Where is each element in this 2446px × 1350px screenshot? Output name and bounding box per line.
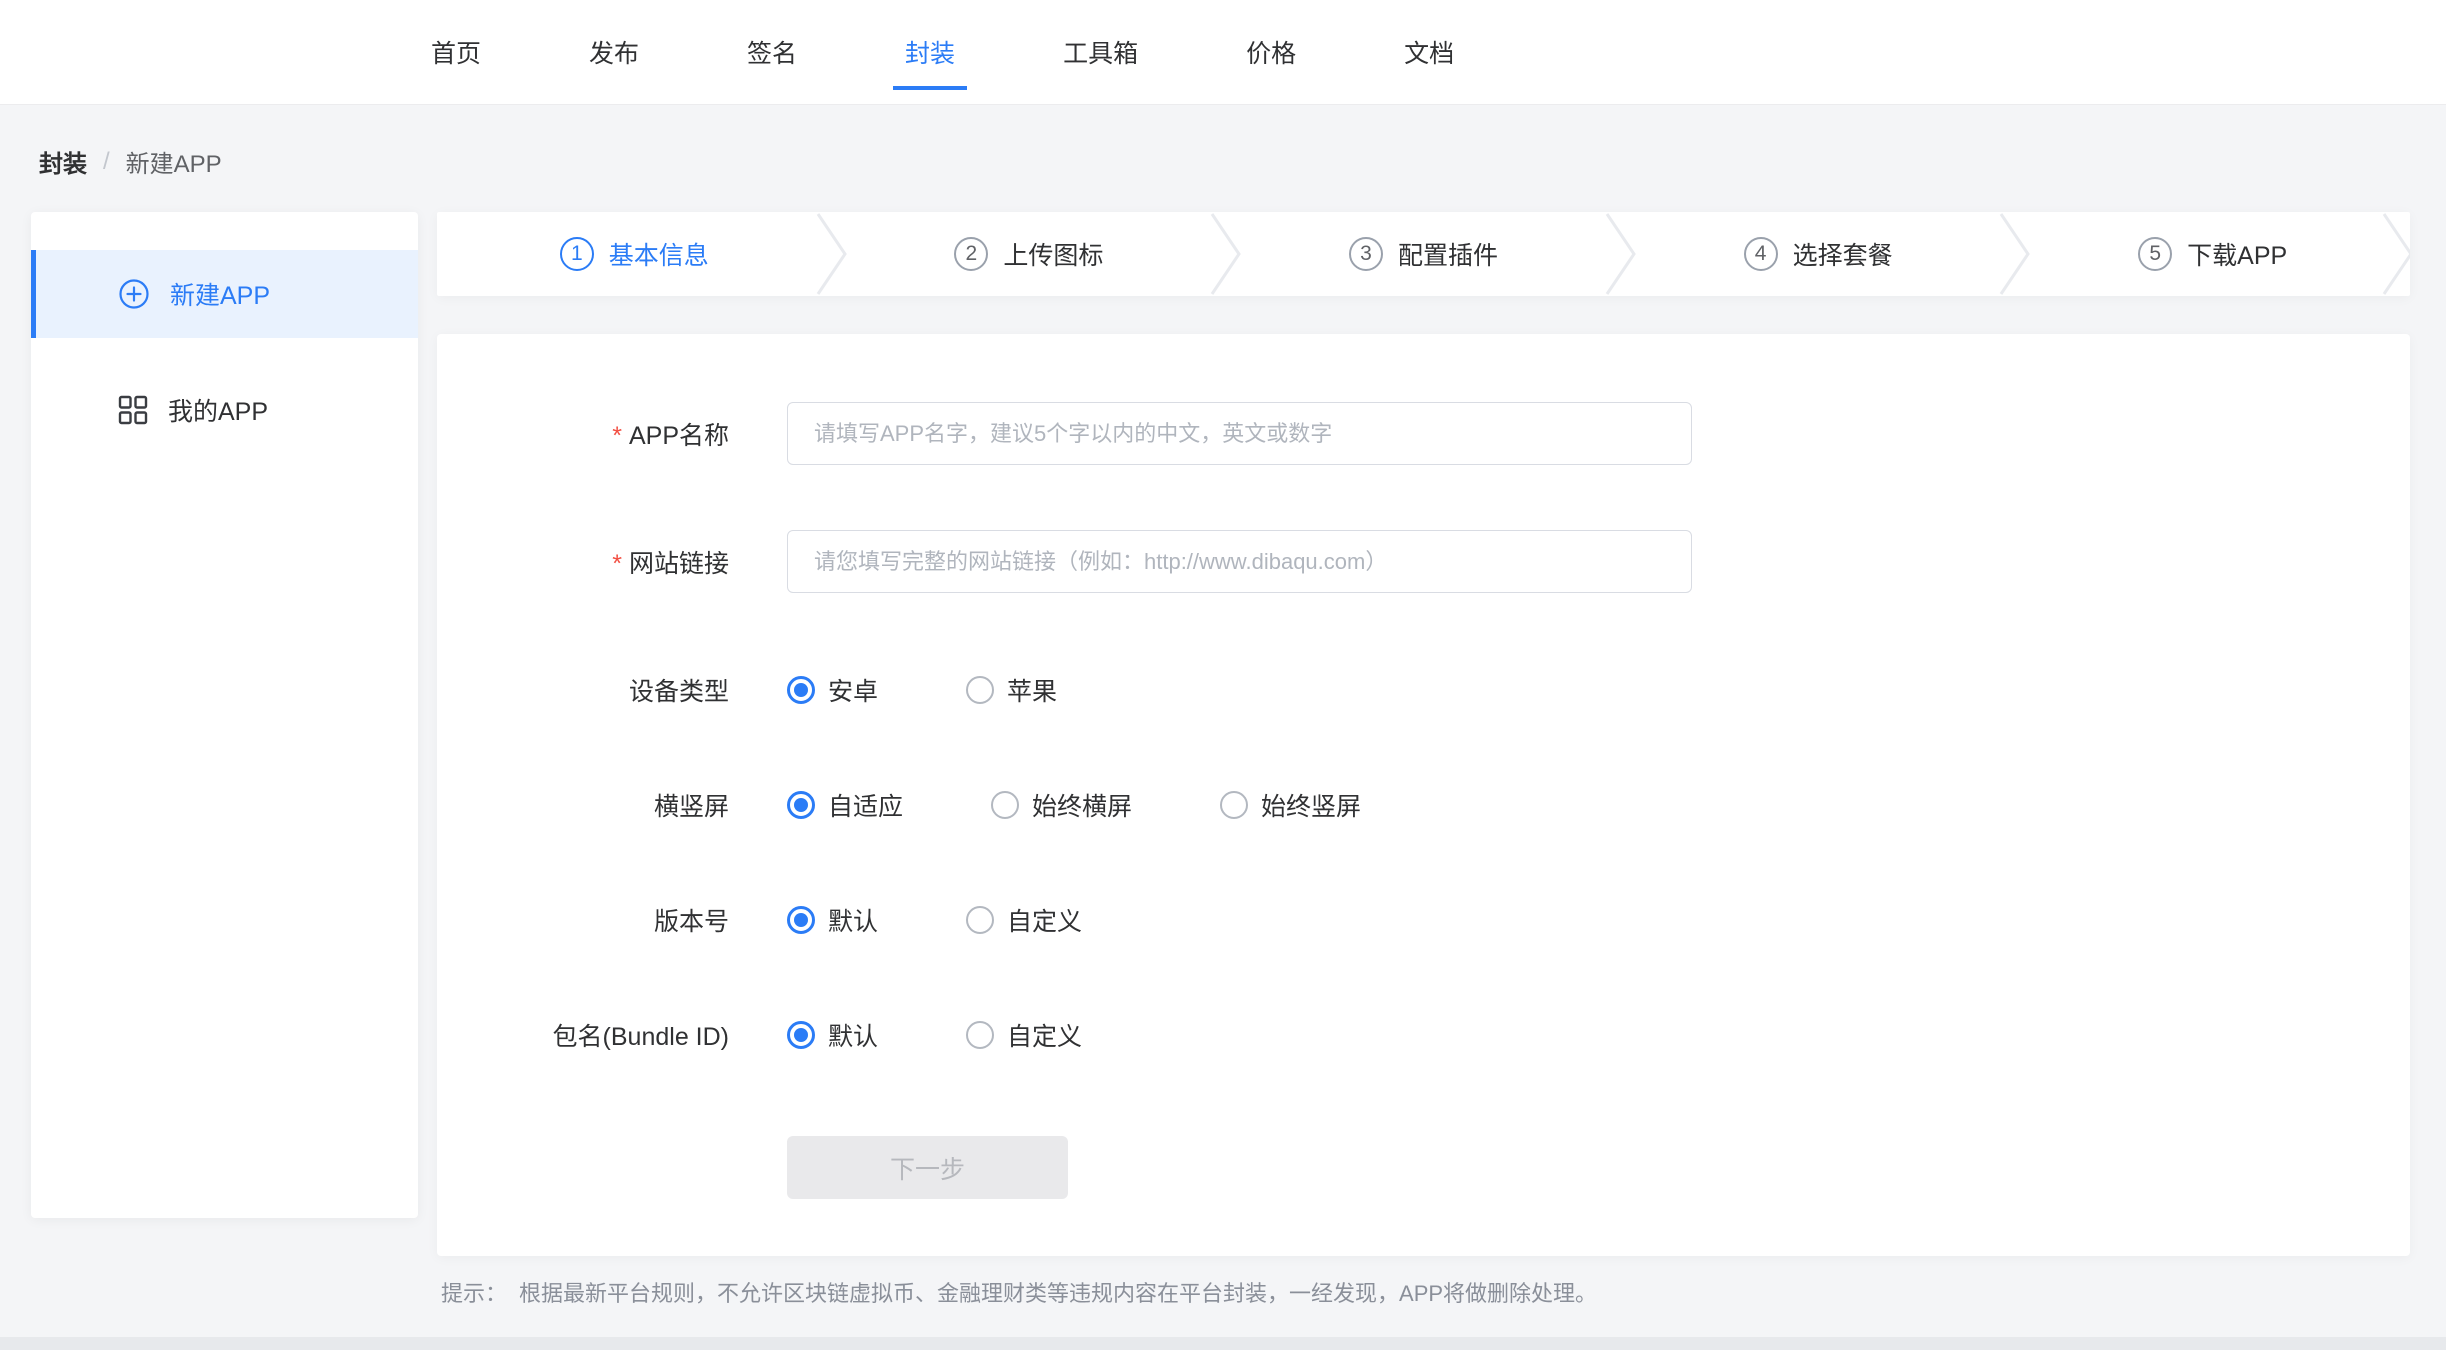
step-label: 配置插件 (1398, 236, 1498, 272)
radio-label: 自定义 (1007, 1017, 1082, 1053)
nav-tab-home[interactable]: 首页 (419, 34, 493, 90)
wizard-steps: 1 基本信息 2 上传图标 3 配置插件 4 选择套餐 5 下载APP (437, 212, 2410, 296)
radio-selected-icon (787, 791, 815, 819)
radio-label: 默认 (828, 1017, 878, 1053)
radio-label: 始终横屏 (1032, 787, 1132, 823)
required-asterisk: * (612, 422, 622, 450)
radio-selected-icon (787, 676, 815, 704)
step-number-circle: 5 (2138, 237, 2172, 271)
step-arrow-icon (1997, 212, 2033, 296)
orientation-label: 横竖屏 (437, 787, 729, 823)
radio-icon (966, 906, 994, 934)
device-type-label: 设备类型 (437, 672, 729, 708)
step-choose-plan: 4 选择套餐 (1621, 212, 2016, 296)
sidebar-item-new-app[interactable]: 新建APP (31, 250, 418, 338)
radio-always-landscape[interactable]: 始终横屏 (991, 787, 1132, 823)
radio-version-default[interactable]: 默认 (787, 902, 878, 938)
orientation-options: 自适应 始终横屏 始终竖屏 (787, 787, 1361, 823)
radio-label: 安卓 (828, 672, 878, 708)
form-row-app-name: *APP名称 (437, 402, 2410, 465)
nav-tab-price[interactable]: 价格 (1234, 34, 1308, 90)
nav-tab-docs[interactable]: 文档 (1392, 34, 1466, 90)
radio-ios[interactable]: 苹果 (966, 672, 1057, 708)
step-label: 下载APP (2187, 236, 2287, 272)
nav-tab-package[interactable]: 封装 (893, 34, 967, 90)
top-nav: 首页 发布 签名 封装 工具箱 价格 文档 (0, 0, 2446, 105)
device-type-options: 安卓 苹果 (787, 672, 1057, 708)
breadcrumb-current: 新建APP (126, 144, 222, 179)
radio-icon (966, 1021, 994, 1049)
step-arrow-icon (814, 212, 850, 296)
breadcrumb-root[interactable]: 封装 (39, 144, 87, 179)
form-row-orientation: 横竖屏 自适应 始终横屏 始终竖屏 (437, 773, 2410, 836)
basic-info-form: *APP名称 *网站链接 设备类型 安卓 (437, 334, 2410, 1256)
step-arrow-icon (1208, 212, 1244, 296)
breadcrumb: 封装 / 新建APP (39, 144, 222, 179)
radio-bundle-default[interactable]: 默认 (787, 1017, 878, 1053)
radio-android[interactable]: 安卓 (787, 672, 878, 708)
tip-prefix: 提示： (441, 1276, 507, 1308)
radio-selected-icon (787, 906, 815, 934)
radio-label: 苹果 (1007, 672, 1057, 708)
radio-auto-orientation[interactable]: 自适应 (787, 787, 903, 823)
site-url-input[interactable] (787, 530, 1692, 593)
app-name-label: *APP名称 (437, 416, 729, 452)
step-number-circle: 1 (560, 237, 594, 271)
sidebar-item-label: 我的APP (168, 392, 268, 428)
version-options: 默认 自定义 (787, 902, 1082, 938)
sidebar-item-label: 新建APP (170, 276, 270, 312)
radio-icon (1220, 791, 1248, 819)
plus-circle-icon (118, 278, 150, 310)
version-label: 版本号 (437, 902, 729, 938)
step-label: 上传图标 (1003, 236, 1103, 272)
form-row-bundle-id: 包名(Bundle ID) 默认 自定义 (437, 1003, 2410, 1066)
radio-always-portrait[interactable]: 始终竖屏 (1220, 787, 1361, 823)
form-row-version: 版本号 默认 自定义 (437, 888, 2410, 951)
app-name-input[interactable] (787, 402, 1692, 465)
step-basic-info: 1 基本信息 (437, 212, 832, 296)
bundle-id-label: 包名(Bundle ID) (437, 1017, 729, 1053)
step-number-circle: 4 (1744, 237, 1778, 271)
step-download-app: 5 下载APP (2015, 212, 2410, 296)
step-label: 基本信息 (609, 236, 709, 272)
required-asterisk: * (612, 550, 622, 578)
radio-selected-icon (787, 1021, 815, 1049)
step-arrow-icon (2380, 212, 2410, 296)
form-row-device-type: 设备类型 安卓 苹果 (437, 658, 2410, 721)
radio-icon (991, 791, 1019, 819)
next-step-button[interactable]: 下一步 (787, 1136, 1068, 1199)
radio-icon (966, 676, 994, 704)
app-packaging-page: 首页 发布 签名 封装 工具箱 价格 文档 封装 / 新建APP 新建APP (0, 0, 2446, 1350)
step-number-circle: 2 (954, 237, 988, 271)
nav-tab-publish[interactable]: 发布 (577, 34, 651, 90)
bundle-id-options: 默认 自定义 (787, 1017, 1082, 1053)
step-upload-icon: 2 上传图标 (832, 212, 1227, 296)
radio-bundle-custom[interactable]: 自定义 (966, 1017, 1082, 1053)
step-label: 选择套餐 (1793, 236, 1893, 272)
nav-tab-sign[interactable]: 签名 (735, 34, 809, 90)
radio-label: 默认 (828, 902, 878, 938)
footer-strip (0, 1337, 2446, 1350)
radio-version-custom[interactable]: 自定义 (966, 902, 1082, 938)
radio-label: 始终竖屏 (1261, 787, 1361, 823)
tip-text: 根据最新平台规则，不允许区块链虚拟币、金融理财类等违规内容在平台封装，一经发现，… (519, 1276, 1597, 1308)
radio-label: 自定义 (1007, 902, 1082, 938)
radio-label: 自适应 (828, 787, 903, 823)
sidebar-item-my-apps[interactable]: 我的APP (31, 366, 418, 454)
form-row-site-url: *网站链接 (437, 530, 2410, 593)
step-configure-plugins: 3 配置插件 (1226, 212, 1621, 296)
step-number-circle: 3 (1349, 237, 1383, 271)
site-url-label: *网站链接 (437, 544, 729, 580)
breadcrumb-separator: / (103, 148, 110, 176)
sidebar: 新建APP 我的APP (31, 212, 418, 1218)
step-arrow-icon (1603, 212, 1639, 296)
nav-tab-toolbox[interactable]: 工具箱 (1051, 34, 1150, 90)
grid-icon (118, 395, 148, 425)
platform-rule-tip: 提示： 根据最新平台规则，不允许区块链虚拟币、金融理财类等违规内容在平台封装，一… (441, 1276, 1597, 1308)
